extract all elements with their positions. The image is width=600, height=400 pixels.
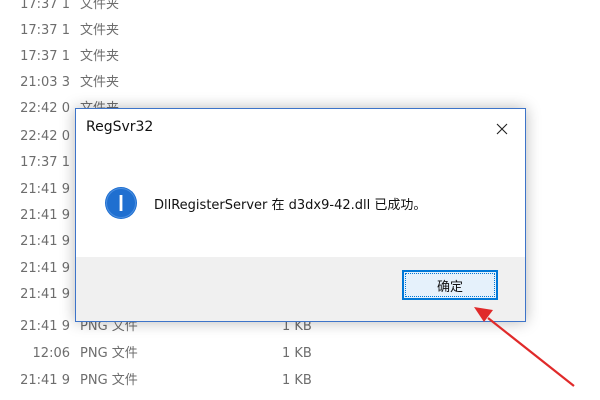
- file-date: 9 21:41: [20, 287, 70, 302]
- file-date: 1 17:37: [20, 0, 70, 12]
- file-size: 1 KB: [282, 373, 312, 388]
- regsvr32-dialog: RegSvr32 DllRegisterServer 在 d3dx9-42.dl…: [75, 108, 526, 322]
- file-date: 0 22:42: [20, 101, 70, 116]
- list-item[interactable]: 1 17:37 文件夹: [0, 18, 600, 44]
- close-icon: [496, 123, 508, 135]
- file-date: 9 21:41: [20, 319, 70, 334]
- dialog-content: DllRegisterServer 在 d3dx9-42.dll 已成功。: [76, 149, 525, 257]
- file-date: 9 21:41: [20, 373, 70, 388]
- dialog-titlebar[interactable]: RegSvr32: [76, 109, 525, 149]
- list-item[interactable]: 12:06 PNG 文件 1 KB: [0, 341, 600, 367]
- file-date: 9 21:41: [20, 234, 70, 249]
- close-button[interactable]: [485, 115, 519, 143]
- file-date: 1 17:37: [20, 49, 70, 64]
- dialog-footer: 确定: [76, 257, 525, 321]
- file-type: 文件夹: [80, 23, 120, 38]
- file-date: 1 17:37: [20, 155, 70, 170]
- list-item[interactable]: 9 21:41 PNG 文件 1 KB: [0, 368, 600, 394]
- file-date: 3 21:03: [20, 75, 70, 90]
- file-size: 1 KB: [282, 346, 312, 361]
- info-icon: [105, 187, 137, 219]
- file-date: 0 22:42: [20, 129, 70, 144]
- ok-button-label: 确定: [436, 279, 463, 295]
- file-date: 9 21:41: [20, 182, 70, 197]
- file-date: 9 21:41: [20, 208, 70, 223]
- file-type: 文件夹: [80, 75, 120, 90]
- dialog-title: RegSvr32: [86, 119, 154, 135]
- list-item[interactable]: 1 17:37 文件夹: [0, 0, 600, 18]
- list-item[interactable]: 1 17:37 文件夹: [0, 44, 600, 70]
- file-type: PNG 文件: [80, 346, 138, 361]
- file-date: 1 17:37: [20, 23, 70, 38]
- ok-button[interactable]: 确定: [402, 270, 498, 300]
- dialog-message: DllRegisterServer 在 d3dx9-42.dll 已成功。: [154, 198, 427, 213]
- file-type: PNG 文件: [80, 373, 138, 388]
- list-item[interactable]: 3 21:03 文件夹: [0, 70, 600, 96]
- file-date: 9 21:41: [20, 261, 70, 276]
- file-date: 12:06: [32, 346, 70, 361]
- file-type: 文件夹: [80, 0, 120, 12]
- file-type: 文件夹: [80, 49, 120, 64]
